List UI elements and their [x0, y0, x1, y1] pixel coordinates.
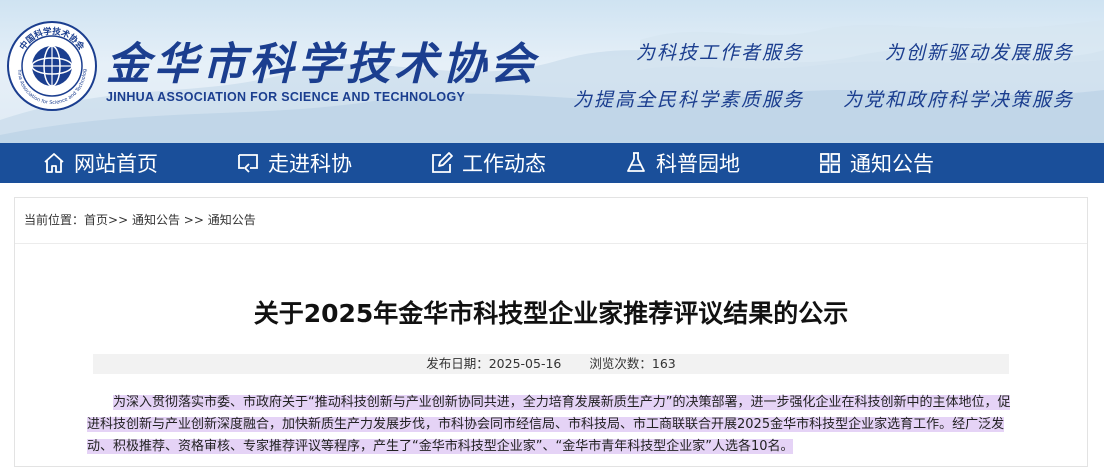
edit-icon: [432, 152, 453, 173]
article-paragraph: 为深入贯彻落实市委、市政府关于“推动科技创新与产业创新协同共进，全力培育发展新质…: [87, 395, 1011, 454]
nav-item-label: 网站首页: [74, 152, 158, 176]
slogan: 为党和政府科学决策服务: [842, 89, 1074, 111]
nav-item-news[interactable]: 工作动态: [430, 148, 546, 178]
grid-icon: [820, 153, 840, 173]
breadcrumb-link-current[interactable]: 通知公告: [208, 213, 256, 227]
publish-date: 发布日期：2025-05-16: [426, 356, 562, 371]
slogan: 为创新驱动发展服务: [884, 42, 1074, 64]
nav-item-label: 通知公告: [850, 152, 934, 176]
nav-item-label: 科普园地: [656, 152, 740, 176]
screen-arrow-icon: [238, 154, 258, 173]
main-nav: 网站首页 走进科协 工作动态 科普园地 通知公告: [0, 143, 1104, 183]
nav-item-label: 工作动态: [462, 152, 546, 176]
nav-item-home[interactable]: 网站首页: [42, 148, 158, 178]
breadcrumb: 当前位置：首页>> 通知公告 >> 通知公告: [15, 198, 1087, 244]
header-banner: 中国科学技术协会 China Association for Science a…: [0, 0, 1104, 143]
home-icon: [44, 153, 64, 173]
breadcrumb-separator: >>: [108, 213, 129, 227]
nav-item-notices[interactable]: 通知公告: [818, 148, 934, 178]
article-title: 关于2025年金华市科技型企业家推荐评议结果的公示: [253, 299, 849, 328]
slogans: 为科技工作者服务 为创新驱动发展服务 为提高全民科学素质服务 为党和政府科学决策…: [534, 38, 1074, 112]
cast-logo[interactable]: 中国科学技术协会 China Association for Science a…: [6, 20, 98, 112]
slogan: 为科技工作者服务: [635, 42, 804, 64]
nav-item-label: 走进科协: [268, 152, 352, 176]
breadcrumb-link-home[interactable]: 首页: [84, 213, 108, 227]
breadcrumb-prefix: 当前位置：: [24, 213, 85, 227]
view-count: 浏览次数：163: [589, 356, 676, 371]
org-name-cn: 金华市科学技术协会: [106, 39, 538, 90]
article-panel: 当前位置：首页>> 通知公告 >> 通知公告 关于2025年金华市科技型企业家推…: [14, 197, 1088, 467]
org-name-en: JINHUA ASSOCIATION FOR SCIENCE AND TECHN…: [106, 90, 466, 104]
article-body: 为深入贯彻落实市委、市政府关于“推动科技创新与产业创新协同共进，全力培育发展新质…: [87, 392, 1019, 458]
breadcrumb-separator: >>: [179, 213, 208, 227]
flask-icon: [627, 152, 645, 172]
slogan: 为提高全民科学素质服务: [572, 89, 804, 111]
article-meta: 发布日期：2025-05-16 浏览次数：163: [93, 354, 1009, 374]
nav-item-about[interactable]: 走进科协: [236, 148, 352, 178]
breadcrumb-link-notices[interactable]: 通知公告: [132, 213, 180, 227]
nav-item-science[interactable]: 科普园地: [624, 148, 740, 178]
